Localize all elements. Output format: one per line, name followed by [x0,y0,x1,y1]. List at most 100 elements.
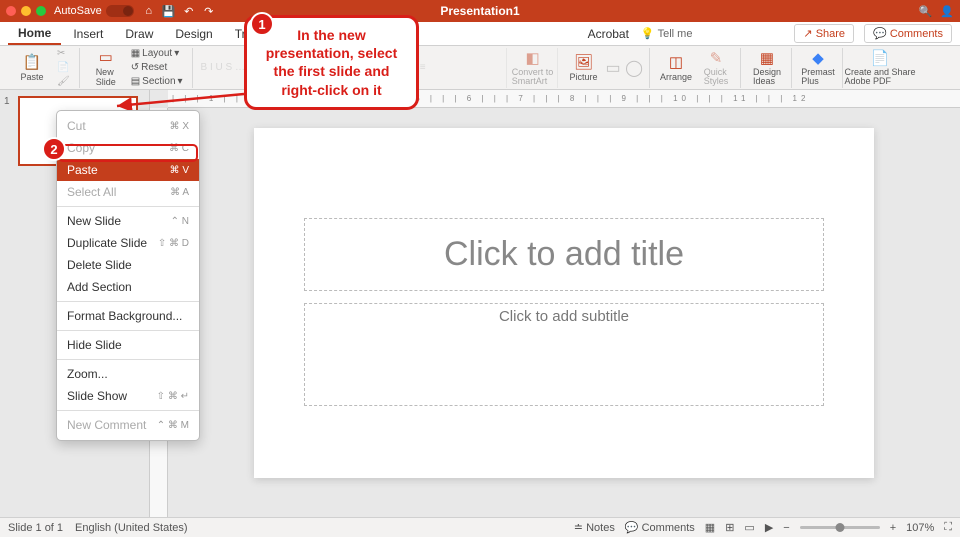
new-slide-label: New Slide [96,67,116,87]
share-label: Share [816,28,845,40]
comment-icon: 💬 [873,28,887,40]
ctx-new-comment[interactable]: New Comment⌃ ⌘ M [57,414,199,436]
language[interactable]: English (United States) [75,522,188,534]
tell-me-search[interactable]: 💡 Tell me [641,27,693,40]
context-menu: Cut⌘ X Copy ⌘ C Paste⌘ V Select All⌘ A Ne… [56,110,200,441]
ctx-copy-sc: ⌘ C [169,143,189,154]
ctx-dup-sc: ⇧ ⌘ D [158,238,189,249]
shapes-gallery[interactable]: ▭ ◯ [606,58,643,78]
zoom-level[interactable]: 107% [906,522,934,534]
account-icon[interactable]: 👤 [940,5,954,18]
ctx-select-all[interactable]: Select All⌘ A [57,181,199,203]
ctx-newslide-sc: ⌃ N [171,216,189,227]
minimize-window-icon[interactable] [21,6,31,16]
slide-editor: | | | 1 | | | 2 | | | 3 | | | 4 | | | 5 … [150,90,960,517]
tab-acrobat[interactable]: Acrobat [578,23,639,44]
comments-label: Comments [890,28,943,40]
lightbulb-icon: 💡 [641,27,655,40]
picture-label: Picture [570,72,598,82]
tab-draw[interactable]: Draw [115,23,163,44]
ctx-add-section[interactable]: Add Section [57,276,199,298]
maximize-window-icon[interactable] [36,6,46,16]
tab-design[interactable]: Design [165,23,222,44]
ctx-duplicate-slide[interactable]: Duplicate Slide⇧ ⌘ D [57,232,199,254]
close-window-icon[interactable] [6,6,16,16]
copy-icon: 📄 [57,62,69,73]
reset-button[interactable]: ↺ Reset [128,61,186,74]
ctx-cut[interactable]: Cut⌘ X [57,115,199,137]
comments-button[interactable]: 💬 Comments [864,24,952,43]
autosave-toggle[interactable]: AutoSave [54,5,134,17]
tell-me-label: Tell me [658,28,693,40]
paste-button[interactable]: 📋 Paste [14,48,50,88]
layout-label: Layout [142,48,172,59]
slide-canvas[interactable]: Click to add title Click to add subtitle [254,128,874,478]
smartart-icon: ◧ [523,49,543,67]
ctx-copy[interactable]: Copy ⌘ C [57,137,199,159]
tab-insert[interactable]: Insert [63,23,113,44]
save-icon[interactable]: 💾 [162,4,176,18]
new-slide-button[interactable]: ▭ New Slide [88,48,124,88]
toggle-off-icon[interactable] [106,5,134,17]
fit-to-window-icon[interactable]: ⛶ [944,521,952,534]
ctx-paste[interactable]: Paste⌘ V [57,159,199,181]
ctx-hide-slide[interactable]: Hide Slide [57,334,199,356]
view-sorter-icon[interactable]: ⊞ [725,521,734,534]
comments-pane-label: Comments [642,522,695,534]
search-icon[interactable]: 🔍 [919,5,933,18]
format-painter-button[interactable]: 🖌 [54,75,73,88]
layout-button[interactable]: ▦ Layout ▾ [128,47,186,60]
adobe-pdf-button[interactable]: 📄 Create and Share Adobe PDF [851,48,909,88]
arrange-button[interactable]: ◫ Arrange [658,48,694,88]
subtitle-placeholder[interactable]: Click to add subtitle [304,303,824,406]
ctx-new-slide[interactable]: New Slide ⌃ N [57,210,199,232]
view-normal-icon[interactable]: ▦ [705,521,715,534]
ctx-newslide-label: New Slide [67,214,121,228]
ctx-format-background[interactable]: Format Background... [57,305,199,327]
ctx-separator [57,359,199,360]
design-ideas-button[interactable]: ▦ Design Ideas [749,48,785,88]
ctx-del-label: Delete Slide [67,258,132,272]
picture-button[interactable]: 🖼 Picture [566,48,602,88]
cut-button[interactable]: ✂ [54,47,73,60]
step-badge-1: 1 [250,12,274,36]
arrange-label: Arrange [660,72,692,82]
brush-icon: 🖌 [57,76,70,87]
slide-count: Slide 1 of 1 [8,522,63,534]
ctx-section-label: Add Section [67,280,132,294]
zoom-in-button[interactable]: + [890,522,896,534]
zoom-out-button[interactable]: − [783,522,789,534]
ctx-separator [57,301,199,302]
ctx-delete-slide[interactable]: Delete Slide [57,254,199,276]
copy-button[interactable]: 📄 [54,61,73,74]
section-button[interactable]: ▤ Section ▾ [128,75,186,88]
share-button[interactable]: ↗ Share [794,24,854,43]
ctx-separator [57,410,199,411]
home-icon[interactable]: ⌂ [142,4,156,18]
statusbar: Slide 1 of 1 English (United States) ≐ N… [0,517,960,537]
notes-button[interactable]: ≐ Notes [574,521,615,534]
title-placeholder[interactable]: Click to add title [304,218,824,291]
comments-pane-button[interactable]: 💬 Comments [625,521,695,534]
view-slideshow-icon[interactable]: ▶ [765,521,773,534]
ctx-paste-sc: ⌘ V [170,165,189,176]
ctx-copy-label: Copy [67,141,95,155]
ctx-zoom[interactable]: Zoom... [57,363,199,385]
redo-icon[interactable]: ↷ [202,4,216,18]
premast-button[interactable]: ◆ Premast Plus [800,48,836,88]
section-label: Section [142,76,175,87]
titlebar: AutoSave ⌂ 💾 ↶ ↷ Presentation1 🔍 👤 [0,0,960,22]
zoom-slider[interactable] [800,526,880,529]
quick-styles-button[interactable]: ✎ Quick Styles [698,48,734,88]
ctx-separator [57,330,199,331]
tab-home[interactable]: Home [8,22,61,45]
document-title: Presentation1 [440,4,519,18]
convert-smartart-button[interactable]: ◧ Convert to SmartArt [515,48,551,88]
slide-number: 1 [4,96,14,166]
ctx-selectall-sc: ⌘ A [170,187,189,198]
window-controls[interactable] [6,6,46,16]
view-reading-icon[interactable]: ▭ [744,521,754,534]
ctx-slideshow[interactable]: Slide Show⇧ ⌘ ↵ [57,385,199,407]
undo-icon[interactable]: ↶ [182,4,196,18]
reset-label: Reset [141,62,167,73]
